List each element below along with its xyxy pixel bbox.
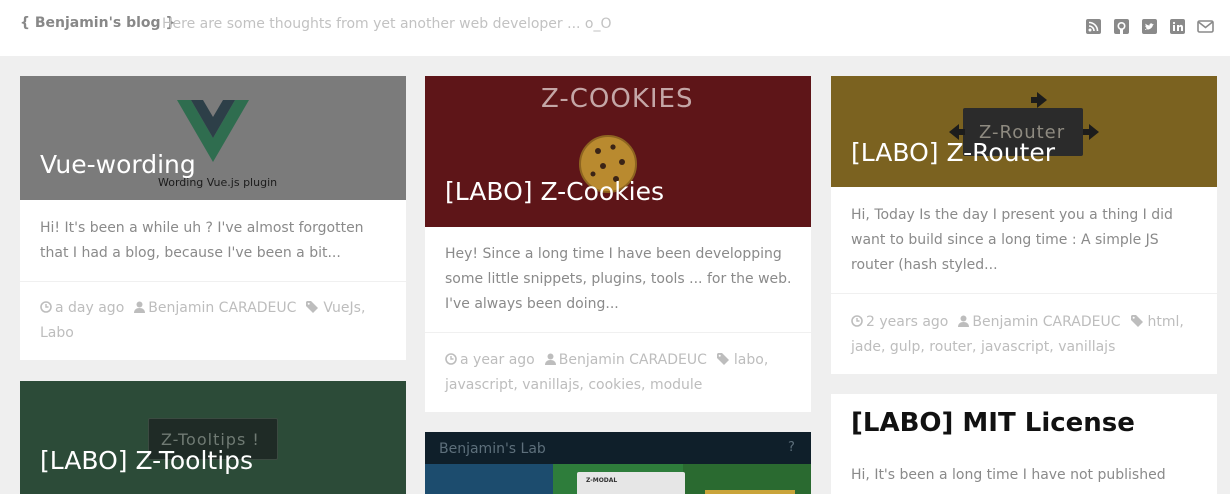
blog-tagline: Here are some thoughts from yet another … [162, 16, 612, 32]
cover-caption: Z-COOKIES [541, 84, 694, 114]
post-cover[interactable]: Z-Tooltips ! [LABO] Z-Tooltips [20, 381, 406, 494]
post-card[interactable]: Benjamin's Lab ? Z-MODAL [425, 432, 811, 494]
post-author[interactable]: Benjamin CARADEUC [972, 314, 1120, 330]
post-card[interactable]: [LABO] MIT License Hi, It's been a long … [831, 394, 1217, 494]
post-time: 2 years ago [866, 314, 949, 330]
help-icon: ? [788, 440, 795, 455]
post-card[interactable]: Wording Vue.js plugin Vue-wording Hi! It… [20, 76, 406, 360]
post-meta: 2 years ago Benjamin CARADEUC html, jade, … [831, 293, 1217, 360]
post-cover[interactable]: Z-Router [LABO] Z-Router [831, 76, 1217, 187]
github-icon[interactable] [1113, 18, 1130, 35]
post-excerpt: Hi, Today Is the day I present you a thi… [851, 207, 1173, 273]
user-icon [958, 315, 970, 327]
post-card[interactable]: Z-Router [LABO] Z-Router Hi, Today Is th… [831, 76, 1217, 374]
post-time: a year ago [460, 352, 535, 368]
social-links [1085, 18, 1214, 35]
post-excerpt: Hi! It's been a while uh ? I've almost f… [40, 220, 364, 261]
post-title[interactable]: [LABO] Z-Tooltips [40, 446, 253, 475]
post-excerpt: Hi, It's been a long time I have not pub… [851, 467, 1166, 483]
clock-icon [445, 353, 457, 365]
tag-icon [1130, 315, 1143, 327]
post-card[interactable]: Z-Tooltips ! [LABO] Z-Tooltips [20, 381, 406, 494]
post-title[interactable]: [LABO] MIT License [851, 408, 1135, 438]
post-time: a day ago [55, 300, 125, 316]
tag-icon [716, 353, 729, 365]
post-author[interactable]: Benjamin CARADEUC [559, 352, 707, 368]
clock-icon [851, 315, 863, 327]
cover-caption: Benjamin's Lab [439, 441, 546, 457]
post-author[interactable]: Benjamin CARADEUC [148, 300, 296, 316]
linkedin-icon[interactable] [1169, 18, 1186, 35]
post-cover[interactable]: Benjamin's Lab ? Z-MODAL [425, 432, 811, 494]
lab-modal-title: Z-MODAL [586, 477, 618, 484]
top-header: { Benjamin's blog } Here are some though… [0, 0, 1230, 56]
post-cover[interactable]: Z-COOKIES [LABO] Z-Cookies [425, 76, 811, 227]
post-title[interactable]: [LABO] Z-Router [851, 138, 1055, 167]
lab-modal-btn [705, 490, 795, 494]
clock-icon [40, 301, 52, 313]
post-title[interactable]: [LABO] Z-Cookies [445, 177, 664, 206]
lab-screen-left [425, 464, 553, 494]
post-title[interactable]: Vue-wording [40, 150, 196, 179]
twitter-icon[interactable] [1141, 18, 1158, 35]
post-meta: a day ago Benjamin CARADEUC VueJs, Labo [20, 281, 406, 346]
blog-brand[interactable]: { Benjamin's blog } [20, 15, 175, 31]
rss-icon[interactable] [1085, 18, 1102, 35]
user-icon [544, 353, 556, 365]
post-meta: a year ago Benjamin CARADEUC labo, javascr… [425, 332, 811, 398]
user-icon [134, 301, 146, 313]
tag-icon [306, 301, 319, 313]
post-cover[interactable]: Wording Vue.js plugin Vue-wording [20, 76, 406, 200]
post-excerpt: Hey! Since a long time I have been devel… [445, 246, 792, 312]
mail-icon[interactable] [1197, 18, 1214, 35]
post-card[interactable]: Z-COOKIES [LABO] Z-Cookies Hey! Since a … [425, 76, 811, 412]
